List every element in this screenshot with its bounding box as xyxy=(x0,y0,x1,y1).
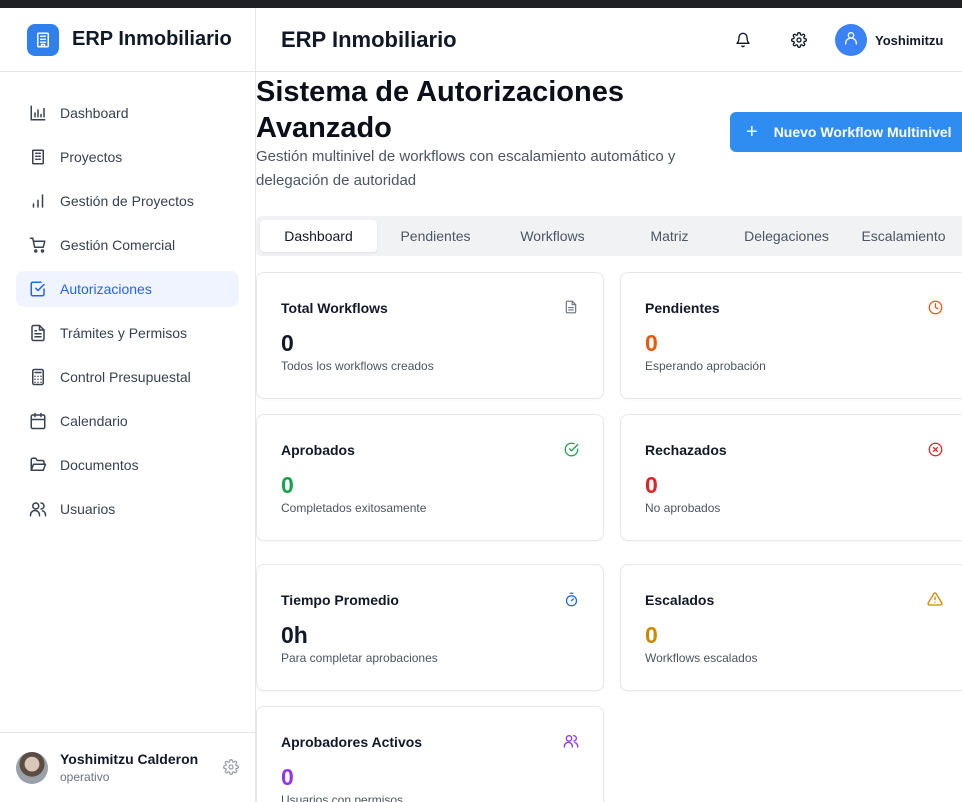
card-description: Esperando aprobación xyxy=(645,359,766,373)
sidebar-item-proyectos[interactable]: Proyectos xyxy=(16,139,239,175)
sidebar-item-label: Documentos xyxy=(60,457,139,473)
tab-dashboard[interactable]: Dashboard xyxy=(260,220,377,252)
clock-icon xyxy=(927,299,943,315)
bell-icon[interactable] xyxy=(733,30,753,50)
calendar-icon xyxy=(28,411,48,431)
card-value: 0 xyxy=(281,472,294,498)
card-description: Completados exitosamente xyxy=(281,501,427,515)
new-workflow-label: Nuevo Workflow Multinivel xyxy=(773,124,952,140)
tab-bar: Dashboard Pendientes Workflows Matriz De… xyxy=(256,216,962,256)
stat-card-rechazados: Rechazados 0 No aprobados xyxy=(620,414,962,541)
card-title: Pendientes xyxy=(645,300,720,316)
card-title: Escalados xyxy=(645,592,715,608)
tab-pendientes[interactable]: Pendientes xyxy=(377,220,494,252)
card-value: 0 xyxy=(281,330,294,356)
card-value: 0 xyxy=(645,472,658,498)
sidebar-item-label: Usuarios xyxy=(60,501,116,517)
card-title: Tiempo Promedio xyxy=(281,592,399,608)
users-icon xyxy=(28,499,48,519)
card-value: 0 xyxy=(645,330,658,356)
sidebar-user-footer: Yoshimitzu Calderon operativo xyxy=(0,732,255,802)
card-title: Total Workflows xyxy=(281,300,388,316)
tab-delegaciones[interactable]: Delegaciones xyxy=(728,220,845,252)
gear-icon[interactable] xyxy=(223,759,239,780)
sidebar: ERP Inmobiliario Dashboard Proyectos Ges… xyxy=(0,8,256,802)
sidebar-item-label: Autorizaciones xyxy=(60,281,152,297)
timer-icon xyxy=(563,591,579,607)
user-avatar[interactable] xyxy=(835,24,867,56)
card-value: 0 xyxy=(645,622,658,648)
card-description: No aprobados xyxy=(645,501,721,515)
card-value: 0 xyxy=(281,764,294,790)
tab-workflows[interactable]: Workflows xyxy=(494,220,611,252)
shopping-cart-icon xyxy=(28,235,48,255)
page-title: Sistema de Autorizaciones Avanzado xyxy=(256,76,624,144)
sidebar-item-gestion-comercial[interactable]: Gestión Comercial xyxy=(16,227,239,263)
file-text-icon xyxy=(563,299,579,315)
brand-title: ERP Inmobiliario xyxy=(72,28,232,50)
sidebar-item-label: Control Presupuestal xyxy=(60,369,191,385)
stat-card-pendientes: Pendientes 0 Esperando aprobación xyxy=(620,272,962,399)
stat-card-escalados: Escalados 0 Workflows escalados xyxy=(620,564,962,691)
sidebar-item-label: Gestión Comercial xyxy=(60,237,176,253)
bar-chart-icon xyxy=(28,103,48,123)
users-icon xyxy=(563,733,579,749)
sidebar-item-label: Calendario xyxy=(60,413,128,429)
user-icon xyxy=(843,30,859,51)
sidebar-item-dashboard[interactable]: Dashboard xyxy=(16,95,239,131)
sidebar-item-tramites[interactable]: Trámites y Permisos xyxy=(16,315,239,351)
stat-card-aprobadores-activos: Aprobadores Activos 0 Usuarios con permi… xyxy=(256,706,604,802)
avatar[interactable] xyxy=(16,751,48,784)
window-top-strip xyxy=(0,0,962,8)
main-content: Sistema de Autorizaciones Avanzado Gesti… xyxy=(256,72,962,802)
card-description: Workflows escalados xyxy=(645,651,758,665)
sidebar-item-gestion-proyectos[interactable]: Gestión de Proyectos xyxy=(16,183,239,219)
stat-card-total-workflows: Total Workflows 0 Todos los workflows cr… xyxy=(256,272,604,399)
brand[interactable]: ERP Inmobiliario xyxy=(0,8,255,72)
check-circle-icon xyxy=(563,441,579,457)
folder-open-icon xyxy=(28,455,48,475)
sidebar-item-label: Gestión de Proyectos xyxy=(60,193,194,209)
sidebar-nav: Dashboard Proyectos Gestión de Proyectos… xyxy=(16,95,239,535)
file-text-icon xyxy=(28,323,48,343)
header-username[interactable]: Yoshimitzu xyxy=(875,33,943,48)
header-title: ERP Inmobiliario xyxy=(281,26,457,52)
card-title: Aprobados xyxy=(281,442,355,458)
sidebar-item-documentos[interactable]: Documentos xyxy=(16,447,239,483)
sidebar-item-control-presupuestal[interactable]: Control Presupuestal xyxy=(16,359,239,395)
card-title: Rechazados xyxy=(645,442,727,458)
sidebar-item-usuarios[interactable]: Usuarios xyxy=(16,491,239,527)
signal-bars-icon xyxy=(28,191,48,211)
sidebar-item-calendario[interactable]: Calendario xyxy=(16,403,239,439)
page-subtitle: Gestión multinivel de workflows con esca… xyxy=(256,148,676,189)
top-header: ERP Inmobiliario Yoshimitzu xyxy=(256,8,962,72)
user-name: Yoshimitzu Calderon xyxy=(60,751,199,767)
check-square-icon xyxy=(28,279,48,299)
tab-matriz[interactable]: Matriz xyxy=(611,220,728,252)
x-circle-icon xyxy=(927,441,943,457)
sidebar-item-label: Trámites y Permisos xyxy=(60,325,188,341)
new-workflow-button[interactable]: + Nuevo Workflow Multinivel xyxy=(730,112,962,152)
card-description: Todos los workflows creados xyxy=(281,359,434,373)
gear-icon[interactable] xyxy=(789,30,809,50)
building-icon xyxy=(27,23,59,56)
sidebar-item-label: Proyectos xyxy=(60,149,123,165)
plus-icon: + xyxy=(746,121,758,143)
stat-card-aprobados: Aprobados 0 Completados exitosamente xyxy=(256,414,604,541)
alert-triangle-icon xyxy=(927,591,943,607)
building-icon xyxy=(28,147,48,167)
calculator-icon xyxy=(28,367,48,387)
card-description: Para completar aprobaciones xyxy=(281,651,438,665)
stat-card-tiempo-promedio: Tiempo Promedio 0h Para completar aproba… xyxy=(256,564,604,691)
tab-escalamiento[interactable]: Escalamiento xyxy=(845,220,962,252)
card-value: 0h xyxy=(281,622,308,648)
user-role: operativo xyxy=(60,770,110,784)
card-description: Usuarios con permisos xyxy=(281,793,404,802)
sidebar-item-autorizaciones[interactable]: Autorizaciones xyxy=(16,271,239,307)
sidebar-item-label: Dashboard xyxy=(60,105,129,121)
card-title: Aprobadores Activos xyxy=(281,734,423,750)
